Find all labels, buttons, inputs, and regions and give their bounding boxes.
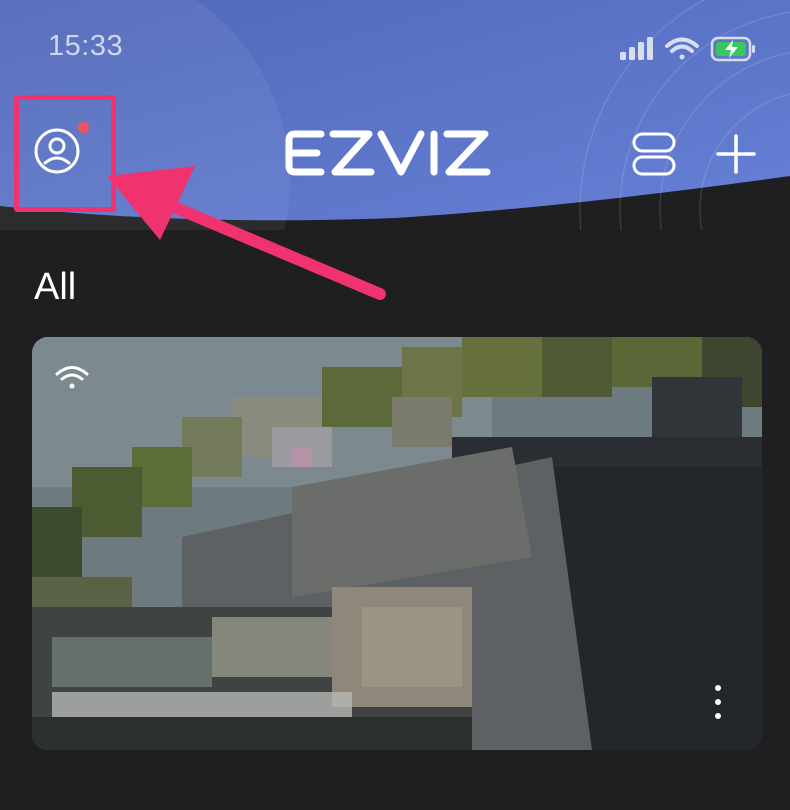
more-vertical-icon[interactable] [708,682,728,722]
status-icons [620,36,755,62]
layout-toggle-icon[interactable] [632,131,676,177]
device-card[interactable] [32,337,762,750]
bottom-strip [0,762,790,810]
signal-icon [620,37,653,60]
camera-preview[interactable] [32,337,762,750]
wifi-icon [665,37,699,60]
add-icon[interactable] [716,134,756,174]
wifi-icon [55,366,89,389]
battery-charging-icon [710,36,755,62]
app-screen: 15:33 All [0,0,790,810]
ezviz-logo [285,130,491,176]
status-time: 15:33 [48,30,124,62]
annotation-highlight-box [14,95,116,212]
section-title: All [34,266,77,308]
